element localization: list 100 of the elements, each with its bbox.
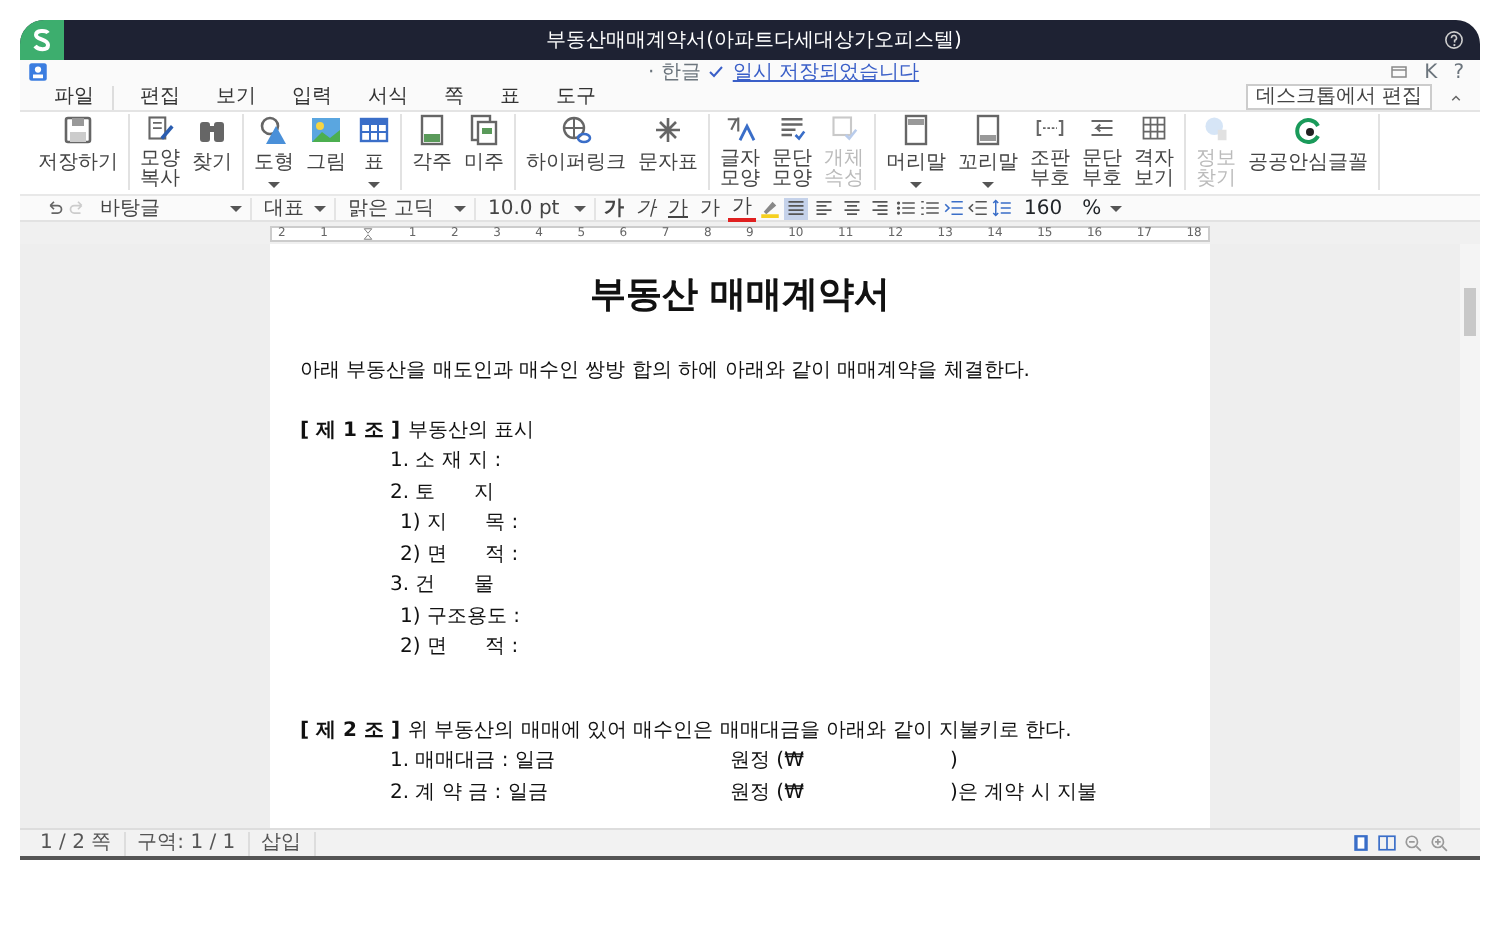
toolbar-button[interactable]: 문자표 (632, 114, 704, 190)
desktop-edit-button[interactable]: 데스크톱에서 편집 (1245, 84, 1432, 110)
bullet-list-icon[interactable] (896, 198, 916, 218)
toolbar-button[interactable]: 하이퍼링크 (520, 114, 632, 190)
caret-icon (230, 205, 242, 211)
align-button[interactable] (868, 197, 892, 219)
brackets-icon (1034, 114, 1066, 142)
indent-marker-icon[interactable] (362, 225, 375, 241)
highlighter-icon[interactable] (760, 198, 780, 218)
menu-item[interactable]: 쪽 (426, 85, 482, 109)
align-icon (814, 198, 834, 218)
toolbar-button[interactable]: 미주 (458, 114, 510, 190)
window-title: 부동산매매계약서(아파트다세대상가오피스텔) (546, 27, 962, 55)
header-button[interactable]: ? (1453, 57, 1464, 87)
brush-icon (144, 114, 176, 142)
article-heading: [ 제 2 조 ] (300, 717, 401, 745)
menu-item[interactable]: 도구 (538, 85, 614, 109)
help-icon[interactable] (1444, 29, 1464, 50)
document-text: 2) 면 적 : (400, 634, 519, 662)
two-page-view-icon[interactable] (1378, 834, 1396, 852)
undo-icon[interactable] (44, 198, 64, 218)
line-spacing-icon[interactable] (992, 198, 1012, 218)
toolbar-button[interactable]: 공공안심글꼴 (1242, 114, 1374, 190)
size-dropdown[interactable]: 10.0 pt (488, 197, 560, 219)
grid-icon (1138, 114, 1170, 142)
caret-icon (454, 205, 466, 211)
document-text: 2) 면 적 : (400, 541, 519, 569)
toolbar-button[interactable]: 각주 (406, 114, 458, 190)
toolbar-button[interactable]: 문단 모양 (766, 114, 818, 190)
caret-icon (982, 182, 994, 188)
toolbar-button[interactable]: 그림 (300, 114, 352, 190)
menu-item[interactable]: 보기 (198, 85, 274, 109)
article-text: 부동산의 표시 (408, 417, 535, 445)
document-text: 2. 토 지 (390, 479, 494, 507)
caret-icon (368, 182, 380, 188)
outdent-icon[interactable] (968, 198, 988, 218)
toolbar-button[interactable]: 꼬리말 (952, 114, 1024, 190)
font-dropdown[interactable]: 맑은 고딕 (348, 197, 435, 219)
toolbar-button[interactable]: 문단 부호 (1076, 114, 1128, 190)
align-button[interactable] (840, 197, 864, 219)
caret-icon (314, 205, 326, 211)
page-view-icon[interactable] (1352, 834, 1370, 852)
status-text: 1 / 2 쪽 (28, 831, 126, 855)
document-text: 1) 지 목 : (400, 510, 519, 538)
document-text: 원정 (₩ (730, 779, 806, 807)
save-status-link[interactable]: 일시 저장되었습니다 (732, 57, 920, 87)
document-text: ) (950, 748, 958, 776)
menu-item[interactable]: 입력 (274, 85, 350, 109)
numbered-list-icon[interactable] (920, 198, 940, 218)
document-paragraph: 아래 부동산을 매도인과 매수인 쌍방 합의 하에 아래와 같이 매매계약을 체결한다. (300, 358, 1032, 386)
toolbar-button[interactable]: 저장하기 (32, 114, 124, 190)
menu-item[interactable]: 서식 (350, 85, 426, 109)
format-button[interactable]: 가 (632, 197, 660, 219)
shapes-icon (258, 114, 290, 146)
header-button[interactable]: K (1424, 57, 1438, 87)
scrollbar[interactable] (1460, 244, 1480, 828)
save-icon (62, 114, 94, 146)
status-text: 구역: 1 / 1 (125, 831, 250, 855)
unit-dropdown[interactable]: % (1082, 193, 1102, 223)
document-text: 1. 소 재 지 : (390, 448, 502, 476)
toolbar-button[interactable]: 모양 복사 (134, 114, 186, 190)
format-button[interactable]: 가 (600, 197, 628, 219)
check-icon (708, 64, 725, 80)
status-text: 삽입 (249, 831, 316, 855)
window-icon[interactable] (1390, 64, 1409, 80)
align-button[interactable] (784, 197, 808, 219)
user-icon[interactable] (28, 61, 48, 82)
refresh-icon (1292, 114, 1324, 146)
document-text: 3. 건 물 (390, 572, 494, 600)
style-dropdown[interactable]: 바탕글 (100, 197, 160, 219)
align-button[interactable] (812, 197, 836, 219)
menu-item[interactable]: 표 (482, 85, 538, 109)
toolbar-button[interactable]: 표 (352, 114, 396, 190)
align-icon (870, 198, 890, 218)
document-text: 원정 (₩ (730, 748, 806, 776)
toolbar-button[interactable]: 글자 모양 (714, 114, 766, 190)
align-icon (786, 198, 806, 218)
toolbar-button[interactable]: 조판 부호 (1024, 114, 1076, 190)
format-button[interactable]: 가 (696, 197, 724, 219)
language-dropdown[interactable]: 대표 (264, 197, 304, 219)
align-icon (842, 198, 862, 218)
indent-icon[interactable] (944, 198, 964, 218)
menu-item[interactable]: 편집 (122, 85, 198, 109)
asterisk-icon (652, 114, 684, 146)
picture-icon (310, 114, 342, 146)
toolbar-button[interactable]: 찾기 (186, 114, 238, 190)
collapse-icon[interactable] (1448, 91, 1464, 103)
line-spacing-value[interactable]: 160 (1024, 193, 1063, 223)
zoom-in-icon[interactable] (1430, 834, 1448, 852)
toolbar-button[interactable]: 도형 (248, 114, 300, 190)
format-button[interactable]: 가 (664, 197, 692, 219)
caret-icon (910, 182, 922, 188)
document-text: 1) 구조용도 : (400, 603, 520, 631)
document-text: 1. 매매대금 : 일금 (390, 748, 557, 776)
paragraph-icon (776, 114, 808, 142)
toolbar-button[interactable]: 머리말 (880, 114, 952, 190)
toolbar-button[interactable]: 격자 보기 (1128, 114, 1180, 190)
language-label: · 한글 (648, 59, 701, 87)
zoom-out-icon[interactable] (1404, 834, 1422, 852)
article-text: 위 부동산의 매매에 있어 매수인은 매매대금을 아래와 같이 지불키로 한다. (408, 717, 1072, 745)
